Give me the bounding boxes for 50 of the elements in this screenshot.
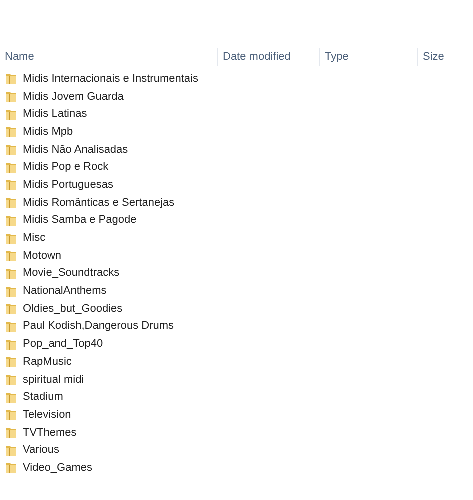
folder-name[interactable]: Video_Games	[23, 462, 93, 474]
folder-icon	[5, 72, 17, 86]
folder-icon	[5, 320, 17, 333]
folder-icon	[5, 143, 17, 156]
folder-name[interactable]: Movie_Soundtracks	[23, 267, 120, 280]
folder-icon	[5, 90, 17, 104]
folder-name[interactable]: Midis Jovem Guarda	[23, 90, 124, 103]
folder-icon	[5, 125, 17, 138]
folder-icon	[5, 461, 17, 474]
folder-icon	[5, 178, 17, 192]
folder-name[interactable]: Oldies_but_Goodies	[23, 302, 123, 315]
folder-name[interactable]: Midis Não Analisadas	[23, 144, 128, 156]
folder-name[interactable]: Television	[23, 408, 72, 421]
column-header[interactable]: Name	[0, 48, 218, 66]
folder-icon	[5, 426, 17, 440]
folder-name[interactable]: Midis Internacionais e Instrumentais	[23, 72, 198, 85]
folder-icon	[5, 232, 17, 245]
folder-name[interactable]: Motown	[23, 250, 62, 262]
folder-name[interactable]: Midis Portuguesas	[23, 178, 114, 191]
folder-name[interactable]: Pop_and_Top40	[23, 338, 104, 350]
folder-icon	[5, 284, 17, 298]
folder-icon	[5, 390, 17, 404]
folder-icon	[5, 249, 17, 262]
folder-icon	[5, 444, 17, 457]
folder-name[interactable]: spiritual midi	[23, 374, 84, 386]
folder-name[interactable]: TVThemes	[23, 426, 77, 439]
folder-icon	[5, 338, 17, 351]
column-header[interactable]: Type	[320, 48, 418, 66]
folder-name[interactable]: Misc	[23, 232, 46, 244]
folder-name[interactable]: Midis Românticas e Sertanejas	[23, 196, 175, 209]
folder-icon	[5, 196, 17, 210]
folder-name[interactable]: Midis Mpb	[23, 126, 74, 138]
folder-name[interactable]: Midis Latinas	[23, 108, 88, 120]
folder-icon	[5, 373, 17, 386]
folder-icon	[5, 266, 17, 280]
folder-icon	[5, 214, 17, 227]
column-header[interactable]: Size	[418, 48, 473, 66]
folder-name[interactable]: Midis Samba e Pagode	[23, 214, 137, 226]
folder-icon	[5, 302, 17, 316]
folder-icon	[5, 108, 17, 121]
folder-name[interactable]: Various	[23, 444, 60, 456]
folder-name[interactable]: Stadium	[23, 391, 64, 404]
folder-icon	[5, 160, 17, 174]
column-header[interactable]: Date modified	[218, 48, 320, 66]
folder-icon	[5, 355, 17, 368]
folder-name[interactable]: Paul Kodish,Dangerous Drums	[23, 320, 174, 332]
folder-name[interactable]: Midis Pop e Rock	[23, 161, 109, 174]
folder-name[interactable]: RapMusic	[23, 356, 72, 368]
folder-name[interactable]: NationalAnthems	[23, 285, 107, 298]
folder-icon	[5, 408, 17, 422]
